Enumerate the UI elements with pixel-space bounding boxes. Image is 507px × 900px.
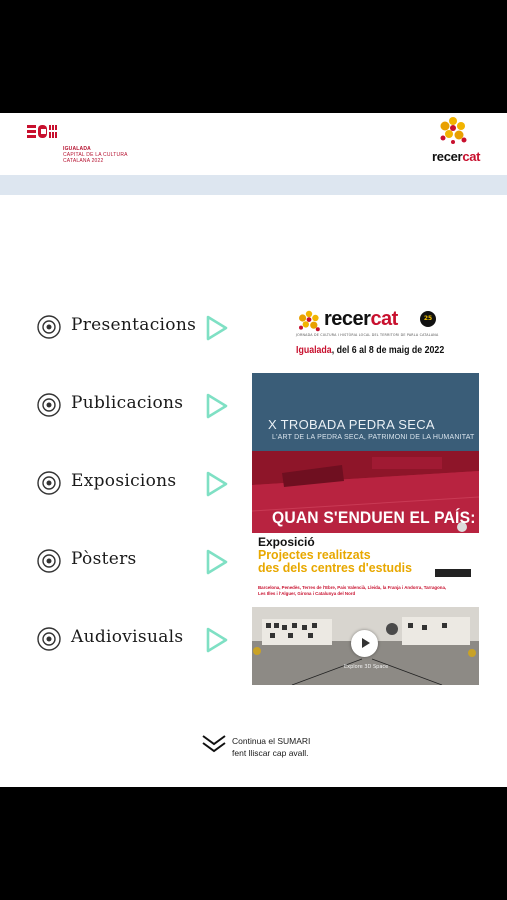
recercat-title-a: recer bbox=[324, 308, 371, 330]
explore-3d-label[interactable]: Explore 3D Space bbox=[344, 664, 388, 670]
recercat-logo: recercat bbox=[429, 116, 489, 172]
menu-item-posters[interactable]: Pòsters bbox=[37, 546, 237, 576]
play-arrow-icon[interactable] bbox=[205, 627, 229, 653]
places-list: Barcelona, Penedès, Terres de l'Ebre, Pa… bbox=[258, 585, 446, 597]
trobada-pedra-seca-banner[interactable]: X TROBADA PEDRA SECA L'ART DE LA PEDRA S… bbox=[252, 373, 479, 451]
menu-item-label: Audiovisuals bbox=[71, 627, 184, 647]
continue-line-1: Continua el SUMARI bbox=[232, 736, 311, 746]
target-circle-icon bbox=[37, 549, 61, 573]
menu-item-publicacions[interactable]: Publicacions bbox=[37, 390, 237, 420]
projectes-line-2: des dels centres d'estudis bbox=[258, 560, 412, 575]
recercat-title: recercat bbox=[324, 308, 398, 331]
play-arrow-icon[interactable] bbox=[205, 549, 229, 575]
app-page: IGUALADA CAPITAL DE LA CULTURA CATALANA … bbox=[0, 113, 507, 787]
event-dates: Igualada, del 6 al 8 de maig de 2022 bbox=[296, 345, 444, 356]
igualada-subtitle2: CATALANA 2022 bbox=[63, 158, 104, 164]
places-line-1: Barcelona, Penedès, Terres de l'Ebre, Pa… bbox=[258, 585, 447, 590]
menu-item-presentacions[interactable]: Presentacions bbox=[37, 312, 237, 342]
double-chevron-down-icon bbox=[202, 735, 226, 753]
virtual-tour-video[interactable]: Explore 3D Space bbox=[252, 607, 479, 685]
menu-item-label: Publicacions bbox=[71, 393, 184, 413]
target-circle-icon bbox=[37, 471, 61, 495]
anniversary-badge: 25 bbox=[420, 311, 436, 327]
quan-senduen-el-pais-banner[interactable]: QUAN S'ENDUEN EL PAÍS: bbox=[252, 451, 479, 533]
recercat-mark-icon bbox=[299, 310, 320, 332]
menu-item-label: Presentacions bbox=[71, 315, 197, 335]
recercat-logo-icon bbox=[440, 117, 467, 144]
target-circle-icon bbox=[37, 393, 61, 417]
recercat-word-a: recer bbox=[432, 149, 463, 164]
header-band bbox=[0, 175, 507, 195]
event-city: Igualada bbox=[296, 345, 332, 356]
play-arrow-icon[interactable] bbox=[205, 471, 229, 497]
play-arrow-icon[interactable] bbox=[205, 393, 229, 419]
continue-line-2: fent lliscar cap avall. bbox=[232, 748, 309, 758]
recercat-header[interactable]: recercat 25 JORNADA DE CULTURA I HISTÒRI… bbox=[252, 303, 479, 361]
pais-title: QUAN S'ENDUEN EL PAÍS: bbox=[272, 508, 476, 527]
play-arrow-icon[interactable] bbox=[205, 315, 229, 341]
target-circle-icon bbox=[37, 627, 61, 651]
recercat-title-b: cat bbox=[370, 308, 398, 330]
menu-item-label: Pòsters bbox=[71, 549, 137, 569]
menu-item-label: Exposicions bbox=[71, 471, 177, 491]
header: IGUALADA CAPITAL DE LA CULTURA CATALANA … bbox=[0, 113, 507, 175]
trobada-title: X TROBADA PEDRA SECA bbox=[268, 417, 435, 432]
recercat-tagline: JORNADA DE CULTURA I HISTÒRIA LOCAL DEL … bbox=[296, 333, 439, 337]
play-button[interactable] bbox=[351, 630, 378, 657]
igualada-logo: IGUALADA CAPITAL DE LA CULTURA CATALANA … bbox=[27, 123, 137, 168]
continue-hint[interactable]: Continua el SUMARI fent lliscar cap avall… bbox=[202, 729, 342, 759]
event-date-range: , del 6 al 8 de maig de 2022 bbox=[331, 345, 445, 356]
trobada-subtitle: L'ART DE LA PEDRA SECA, PATRIMONI DE LA … bbox=[272, 434, 475, 441]
sponsor-strip bbox=[435, 569, 471, 577]
recercat-wordmark: recercat bbox=[432, 149, 481, 164]
recercat-word-b: cat bbox=[462, 149, 481, 164]
menu-item-exposicions[interactable]: Exposicions bbox=[37, 468, 237, 498]
projectes-realitzats-banner[interactable]: Exposició Projectes realitzats des dels c… bbox=[252, 533, 479, 607]
projectes-title: Projectes realitzats des dels centres d'e… bbox=[258, 548, 412, 574]
target-circle-icon bbox=[37, 315, 61, 339]
places-line-2: Les Illes i l'Alguer, Girona i Catalunya… bbox=[258, 591, 356, 596]
igualada-logo-icon bbox=[27, 125, 59, 138]
menu-item-audiovisuals[interactable]: Audiovisuals bbox=[37, 624, 237, 654]
